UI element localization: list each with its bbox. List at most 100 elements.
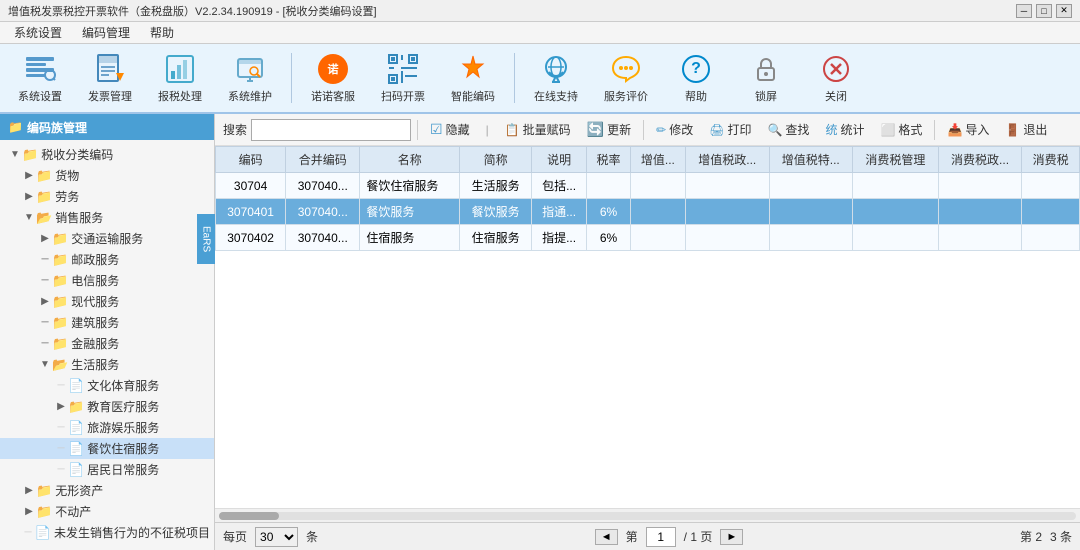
expand-life[interactable]: ▼ (38, 359, 52, 370)
help-button[interactable]: ? 帮助 (664, 49, 728, 107)
tree-item-finance[interactable]: ─ 📁 金融服务 (0, 333, 214, 354)
close-button[interactable]: ✕ (1056, 4, 1072, 18)
expand-construction[interactable]: ─ (38, 317, 52, 328)
cell-name-2: 餐饮服务 (360, 199, 460, 225)
maximize-button[interactable]: □ (1036, 4, 1052, 18)
update-button[interactable]: 🔄 更新 (581, 119, 637, 140)
expand-residents: ─ (54, 464, 68, 475)
lock-button[interactable]: 锁屏 (734, 49, 798, 107)
tree-content: ▼ 📁 税收分类编码 ▶ 📁 货物 ▶ 📁 劳务 ▼ (0, 140, 214, 550)
table-container: 编码 合并编码 名称 简称 说明 税率 增值... 增值税政... 增值税特..… (215, 146, 1080, 508)
tree-item-culture[interactable]: ─ 📄 文化体育服务 (0, 375, 214, 396)
menu-system-settings[interactable]: 系统设置 (4, 22, 72, 43)
tree-item-residents[interactable]: ─ 📄 居民日常服务 (0, 459, 214, 480)
menu-help[interactable]: 帮助 (140, 22, 184, 43)
online-support-button[interactable]: 在线支持 (524, 49, 588, 107)
import-button[interactable]: 📥 导入 (941, 119, 995, 140)
right-toolbar: 搜索 ☑ 隐藏 | 📋 批量赋码 🔄 更新 (215, 114, 1080, 146)
per-page-select[interactable]: 30 50 100 (255, 527, 298, 547)
total-page-label: / 1 页 (684, 528, 713, 545)
prev-page-button[interactable]: ◄ (595, 529, 618, 545)
page-number-input[interactable] (646, 527, 676, 547)
tree-item-life[interactable]: ▼ 📂 生活服务 (0, 354, 214, 375)
tree-item-modern[interactable]: ▶ 📁 现代服务 (0, 291, 214, 312)
close-app-button[interactable]: 关闭 (804, 49, 868, 107)
tree-item-goods[interactable]: ▶ 📁 货物 (0, 165, 214, 186)
tree-item-non-tax[interactable]: ─ 📄 未发生销售行为的不征税项目 (0, 522, 214, 543)
expand-root[interactable]: ▼ (8, 149, 22, 160)
table-row[interactable]: 3070401 307040... 餐饮服务 餐饮服务 指通... 6% (216, 199, 1080, 225)
print-button[interactable]: 🖨 打印 (703, 119, 757, 140)
expand-labor[interactable]: ▶ (22, 191, 36, 202)
expand-goods[interactable]: ▶ (22, 170, 36, 181)
tree-item-construction[interactable]: ─ 📁 建筑服务 (0, 312, 214, 333)
menu-code-mgr[interactable]: 编码管理 (72, 22, 140, 43)
tree-item-transport[interactable]: ▶ 📁 交通运输服务 (0, 228, 214, 249)
expand-intangible[interactable]: ▶ (22, 485, 36, 496)
cell-taxrate-3: 6% (587, 225, 631, 251)
format-button[interactable]: ⬜ 格式 (874, 119, 928, 140)
expand-non-tax: ─ (21, 527, 34, 538)
hide-button[interactable]: ☑ 隐藏 (424, 119, 476, 140)
update-label: 更新 (607, 121, 631, 138)
tax-process-button[interactable]: 报税处理 (148, 49, 212, 107)
tree-label-goods: 货物 (55, 167, 79, 184)
tree-item-labor[interactable]: ▶ 📁 劳务 (0, 186, 214, 207)
table-row[interactable]: 3070402 307040... 住宿服务 住宿服务 指提... 6% (216, 225, 1080, 251)
tree-item-postal[interactable]: ─ 📁 邮政服务 (0, 249, 214, 270)
batch-code-separator: | (480, 121, 495, 139)
batch-code-button[interactable]: 📋 批量赋码 (499, 119, 577, 140)
expand-education[interactable]: ▶ (54, 401, 68, 412)
scroll-thumb[interactable] (219, 512, 279, 520)
tree-item-catering[interactable]: ─ 📄 餐饮住宿服务 (0, 438, 214, 459)
blue-tab-text: EaRS (201, 226, 212, 252)
modify-button[interactable]: ✏ 修改 (650, 119, 699, 140)
import-label: 导入 (965, 121, 989, 138)
smart-code-icon (457, 53, 489, 85)
sys-maintain-button[interactable]: 系统维护 (218, 49, 282, 107)
tree-item-telecom[interactable]: ─ 📁 电信服务 (0, 270, 214, 291)
search-label: 搜索 (223, 121, 247, 138)
minimize-button[interactable]: ─ (1016, 4, 1032, 18)
cell-short-3: 住宿服务 (460, 225, 532, 251)
expand-telecom[interactable]: ─ (38, 275, 52, 286)
tree-item-real-estate[interactable]: ▶ 📁 不动产 (0, 501, 214, 522)
scan-button[interactable]: 扫码开票 (371, 49, 435, 107)
tree-item-root[interactable]: ▼ 📁 税收分类编码 (0, 144, 214, 165)
evaluate-button[interactable]: 服务评价 (594, 49, 658, 107)
expand-postal[interactable]: ─ (38, 254, 52, 265)
blue-side-tab[interactable]: EaRS (197, 214, 215, 264)
expand-transport[interactable]: ▶ (38, 233, 52, 244)
invoice-mgr-button[interactable]: 发票管理 (78, 49, 142, 107)
tree-item-education[interactable]: ▶ 📁 教育医疗服务 (0, 396, 214, 417)
sys-settings-button[interactable]: 系统设置 (8, 49, 72, 107)
cell-code-1: 30704 (216, 173, 286, 199)
stat-button[interactable]: 统 统计 (819, 119, 870, 140)
scroll-track[interactable] (219, 512, 1076, 520)
tree-item-intangible[interactable]: ▶ 📁 无形资产 (0, 480, 214, 501)
tree-item-sales-service[interactable]: ▼ 📂 销售服务 (0, 207, 214, 228)
close-app-label: 关闭 (825, 88, 847, 104)
query-label: 查找 (785, 121, 809, 138)
title-bar: 增值税发票税控开票软件（金税盘版）V2.2.34.190919 - [税收分类编… (0, 0, 1080, 22)
sys-maintain-icon (234, 53, 266, 85)
construction-icon: 📁 (52, 315, 68, 331)
table-row[interactable]: 30704 307040... 餐饮住宿服务 生活服务 包括... (216, 173, 1080, 199)
cell-c3-1 (1022, 173, 1080, 199)
title-text: 增值税发票税控开票软件（金税盘版）V2.2.34.190919 - [税收分类编… (8, 3, 377, 19)
expand-modern[interactable]: ▶ (38, 296, 52, 307)
main-toolbar: 系统设置 发票管理 报税处理 (0, 44, 1080, 114)
h-scroll[interactable] (215, 508, 1080, 522)
expand-real-estate[interactable]: ▶ (22, 506, 36, 517)
search-input[interactable] (251, 119, 411, 141)
query-button[interactable]: 🔍 查找 (761, 119, 815, 140)
exit-button[interactable]: 🚪 退出 (999, 119, 1053, 140)
smart-code-button[interactable]: 智能编码 (441, 49, 505, 107)
expand-sales[interactable]: ▼ (22, 212, 36, 223)
cell-c1-3 (852, 225, 938, 251)
nuonuo-button[interactable]: 诺 诺诺客服 (301, 49, 365, 107)
next-page-button[interactable]: ► (720, 529, 743, 545)
cell-c3-3 (1022, 225, 1080, 251)
expand-finance[interactable]: ─ (38, 338, 52, 349)
tree-item-tourism[interactable]: ─ 📄 旅游娱乐服务 (0, 417, 214, 438)
